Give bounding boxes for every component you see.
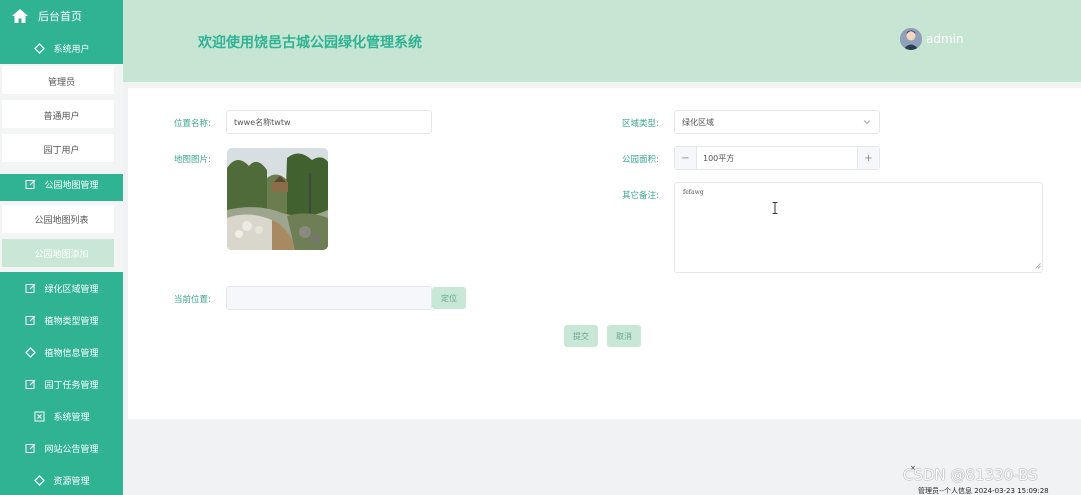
sidebar-group-plant-info[interactable]: 植物信息管理	[0, 336, 123, 368]
sidebar-group-gardener-task[interactable]: 园丁任务管理	[0, 368, 123, 400]
location-name-value: twwe名称twtw	[234, 117, 291, 127]
footer-status: 管理员--个人信息 2024-03-23 15:09:28	[918, 487, 1049, 495]
sidebar-group-label: 网站公告管理	[44, 444, 99, 455]
sidebar-item-gardener-user[interactable]: 园丁用户	[0, 132, 123, 166]
watermark: CSDN @81330-BS	[903, 466, 1038, 484]
sidebar-group-resource[interactable]: 资源管理	[0, 464, 123, 495]
current-position-input[interactable]	[226, 286, 432, 310]
map-image-label: 地图图片:	[174, 155, 211, 165]
edit-icon	[24, 442, 36, 454]
chevron-down-icon	[863, 118, 871, 126]
sidebar-home[interactable]: 后台首页	[0, 0, 123, 32]
area-type-value: 绿化区域	[682, 117, 714, 127]
sidebar-group-label: 公园地图管理	[44, 180, 99, 191]
locate-button[interactable]: 定位	[432, 287, 466, 309]
sidebar: 后台首页 系统用户 管理员 普通用户 园丁用户 公园地图管理 公园地图列表 公园…	[0, 0, 123, 495]
park-area-label: 公园面积:	[622, 155, 659, 165]
edit-icon	[24, 282, 36, 294]
sidebar-item-admin[interactable]: 管理员	[0, 64, 123, 98]
remarks-value: fefawg	[683, 189, 704, 196]
diamond-icon	[33, 42, 45, 54]
resize-handle-icon[interactable]	[1035, 263, 1041, 271]
sidebar-submenu-users: 管理员 普通用户 园丁用户	[0, 64, 123, 174]
sidebar-group-label: 植物类型管理	[44, 316, 99, 327]
location-name-input[interactable]: twwe名称twtw	[226, 110, 432, 134]
remarks-textarea[interactable]: fefawg	[674, 182, 1043, 273]
top-header: 欢迎使用饶邑古城公园绿化管理系统 admin	[123, 0, 1081, 82]
remarks-label: 其它备注:	[622, 191, 659, 201]
sidebar-group-system-admin[interactable]: 系统管理	[0, 400, 123, 432]
location-name-label: 位置名称:	[174, 119, 211, 129]
sidebar-group-label: 系统管理	[53, 412, 90, 423]
text-cursor-icon	[772, 202, 778, 216]
submit-button[interactable]: 提交	[564, 325, 598, 347]
park-area-stepper[interactable]: − 100平方 +	[674, 146, 880, 170]
user-menu[interactable]: admin	[900, 28, 964, 50]
sidebar-group-plant-type[interactable]: 植物类型管理	[0, 304, 123, 336]
diamond-icon	[24, 346, 36, 358]
page-title: 欢迎使用饶邑古城公园绿化管理系统	[198, 35, 422, 51]
edit-icon	[24, 178, 36, 190]
sidebar-item-map-list[interactable]: 公园地图列表	[0, 202, 123, 236]
sidebar-home-label: 后台首页	[38, 10, 82, 23]
sidebar-group-label: 植物信息管理	[44, 348, 99, 359]
sidebar-group-announcement[interactable]: 网站公告管理	[0, 432, 123, 464]
sidebar-group-system-users[interactable]: 系统用户	[0, 32, 123, 64]
sidebar-submenu-map: 公园地图列表 公园地图添加	[0, 201, 123, 272]
sidebar-group-green-area[interactable]: 绿化区域管理	[0, 272, 123, 304]
x-square-icon	[33, 410, 45, 422]
edit-icon	[24, 314, 36, 326]
sidebar-group-label: 绿化区域管理	[44, 284, 99, 295]
sidebar-group-label: 系统用户	[53, 44, 90, 55]
stepper-minus-button[interactable]: −	[675, 147, 697, 169]
park-area-value: 100平方	[703, 153, 735, 163]
sidebar-group-label: 资源管理	[53, 476, 90, 487]
username: admin	[926, 32, 964, 46]
avatar	[900, 28, 922, 50]
sidebar-group-label: 园丁任务管理	[44, 380, 99, 391]
stepper-plus-button[interactable]: +	[857, 147, 879, 169]
sidebar-item-map-add[interactable]: 公园地图添加	[0, 236, 123, 270]
form-panel: 位置名称: twwe名称twtw 地图图片: 当前位置: 定位 区域类型: 绿化…	[128, 88, 1081, 419]
current-position-label: 当前位置:	[174, 295, 211, 305]
sidebar-item-regular-user[interactable]: 普通用户	[0, 98, 123, 132]
edit-icon	[24, 378, 36, 390]
cancel-button[interactable]: 取消	[607, 325, 641, 347]
home-icon	[12, 8, 30, 24]
area-type-label: 区域类型:	[622, 119, 659, 129]
area-type-select[interactable]: 绿化区域	[674, 110, 880, 134]
map-image-upload[interactable]	[227, 148, 328, 250]
diamond-icon	[33, 474, 45, 486]
